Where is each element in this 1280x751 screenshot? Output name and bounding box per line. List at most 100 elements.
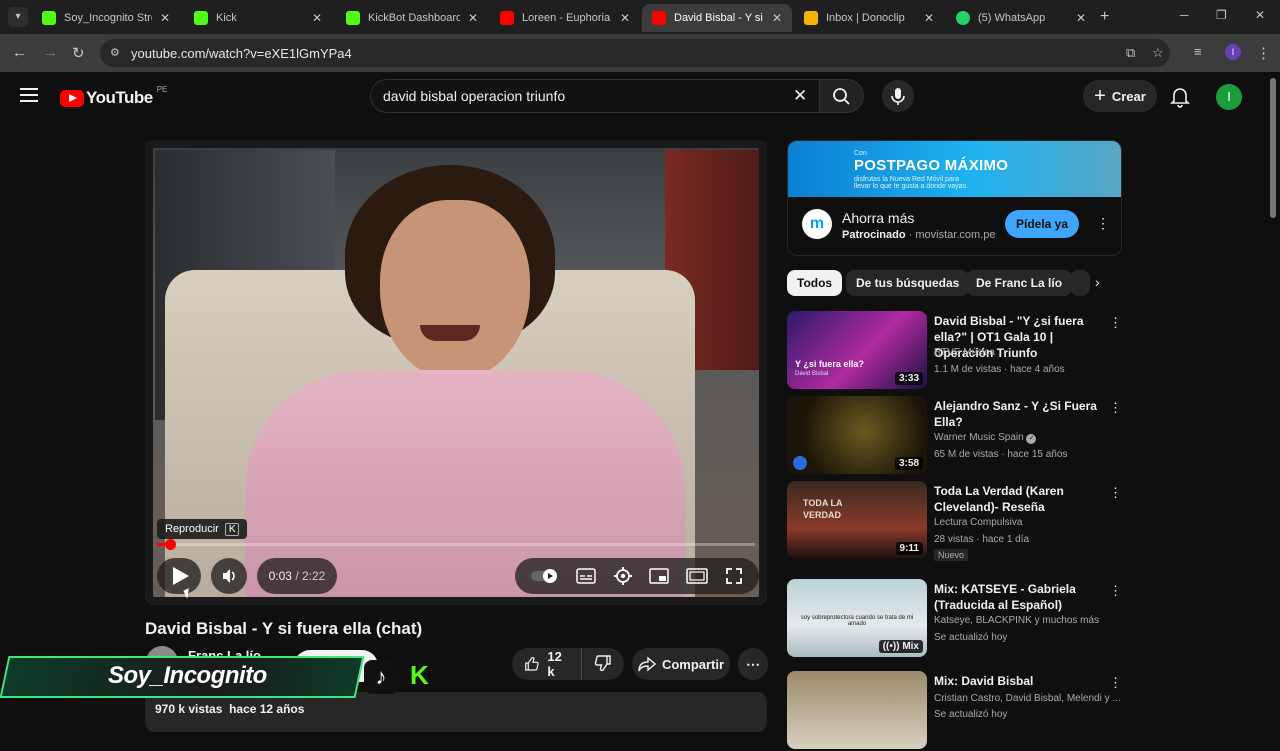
browser-tab[interactable]: (5) WhatsApp ✕	[946, 4, 1096, 32]
bookmark-star-icon[interactable]: ☆	[1152, 45, 1164, 61]
close-icon[interactable]: ✕	[924, 11, 934, 25]
install-app-icon[interactable]: ⧉	[1126, 45, 1135, 61]
kick-logo-icon: K	[410, 660, 429, 690]
address-bar[interactable]: ⚙ youtube.com/watch?v=eXE1lGmYPa4 ⧉ ☆	[100, 39, 1170, 67]
close-icon[interactable]: ✕	[312, 11, 322, 25]
kebab-menu-icon[interactable]: ⋮	[1109, 315, 1122, 331]
reload-icon[interactable]: ↻	[72, 44, 85, 62]
restore-icon[interactable]: ❐	[1216, 8, 1227, 22]
kebab-menu-icon[interactable]: ⋮	[1109, 675, 1122, 691]
close-icon[interactable]: ✕	[772, 11, 782, 25]
browser-tab[interactable]: KickBot Dashboard ✕	[336, 4, 488, 32]
forward-icon[interactable]: →	[43, 44, 58, 61]
page-scrollbar[interactable]	[1270, 78, 1276, 218]
progress-bar[interactable]	[157, 539, 755, 550]
chip-todos[interactable]: Todos	[787, 270, 843, 296]
url-text[interactable]: youtube.com/watch?v=eXE1lGmYPa4	[131, 46, 352, 61]
recommendation-item[interactable]: TODA LA VERDAD 9:11 Toda La Verdad (Kare…	[787, 481, 1122, 561]
kebab-menu-icon[interactable]: ⋮	[1096, 215, 1110, 232]
recommendation-channel[interactable]: Katseye, BLACKPINK y muchos más	[934, 615, 1099, 626]
minimize-icon[interactable]: ─	[1180, 8, 1189, 22]
streamer-name: Soy_Incognito	[108, 662, 267, 689]
dislike-button[interactable]	[582, 654, 624, 675]
sponsored-label: Patrocinado	[842, 229, 906, 241]
kebab-menu-icon[interactable]: ⋮	[1109, 583, 1122, 599]
like-button[interactable]: 12 k	[512, 648, 582, 680]
video-player[interactable]: Reproducir K 0:03 / 2:22	[145, 140, 767, 605]
browser-tab[interactable]: Inbox | Donoclip ✕	[794, 4, 944, 32]
chip-channel[interactable]: De Franc La lío	[966, 270, 1073, 296]
more-actions-button[interactable]: ⋯	[738, 648, 768, 680]
browser-menu-icon[interactable]: ⋮	[1256, 44, 1271, 62]
search-button[interactable]	[820, 79, 864, 113]
recommendation-item[interactable]: Mix: David Bisbal Cristian Castro, David…	[787, 671, 1122, 751]
fullscreen-icon[interactable]	[725, 567, 743, 585]
volume-button[interactable]	[211, 558, 247, 594]
ad-banner[interactable]: Con POSTPAGO MÁXIMO disfrutas la Nueva R…	[788, 141, 1121, 197]
browser-profile-avatar[interactable]: I	[1225, 44, 1241, 60]
voice-search-button[interactable]	[882, 80, 914, 112]
notifications-button[interactable]	[1170, 86, 1190, 113]
youtube-header: YouTube PE david bisbal operacion triunf…	[0, 72, 1280, 122]
back-icon[interactable]: ←	[12, 44, 27, 61]
recommendation-item[interactable]: 3:58 Alejandro Sanz - Y ¿Si Fuera Ella? …	[787, 396, 1122, 476]
recommendation-channel[interactable]: Cristian Castro, David Bisbal, Melendi y…	[934, 693, 1121, 704]
miniplayer-icon[interactable]	[649, 568, 670, 584]
create-button[interactable]: + Crear	[1083, 80, 1157, 112]
sponsored-ad[interactable]: Con POSTPAGO MÁXIMO disfrutas la Nueva R…	[787, 140, 1122, 256]
chip-searches[interactable]: De tus búsquedas	[846, 270, 970, 296]
browser-tab[interactable]: Soy_Incognito Stream ✕	[32, 4, 180, 32]
clear-search-icon[interactable]: ✕	[793, 86, 807, 106]
reading-list-icon[interactable]: ≡	[1194, 44, 1202, 59]
mix-thumbnail[interactable]: soy sobreprotectora cuando se trata de m…	[787, 579, 927, 657]
share-button[interactable]: Compartir	[632, 648, 730, 680]
youtube-logo[interactable]: YouTube PE	[60, 85, 167, 108]
youtube-favicon-icon	[652, 11, 666, 25]
video-thumbnail[interactable]: TODA LA VERDAD 9:11	[787, 481, 927, 559]
recommendation-item[interactable]: soy sobreprotectora cuando se trata de m…	[787, 579, 1122, 659]
close-icon[interactable]: ✕	[1076, 11, 1086, 25]
video-thumbnail[interactable]: Y ¿si fuera ella? David Bisbal 3:33	[787, 311, 927, 389]
recommendation-title[interactable]: Mix: KATSEYE - Gabriela (Traducida al Es…	[934, 581, 1110, 613]
settings-gear-icon[interactable]	[613, 566, 633, 586]
mix-thumbnail[interactable]	[787, 671, 927, 749]
recommendation-title[interactable]: Mix: David Bisbal	[934, 673, 1110, 689]
account-avatar[interactable]: I	[1216, 84, 1242, 110]
chip-overflow[interactable]	[1070, 270, 1090, 296]
site-info-icon[interactable]: ⚙	[110, 46, 120, 59]
close-icon[interactable]: ✕	[620, 11, 630, 25]
new-tab-icon[interactable]: +	[1100, 8, 1109, 26]
volume-icon	[223, 569, 235, 583]
scrubber-handle[interactable]	[164, 539, 176, 550]
ad-cta-button[interactable]: Pídela ya	[1005, 210, 1079, 238]
chevron-right-icon[interactable]: ›	[1095, 274, 1100, 290]
description-box[interactable]: 970 k vistas hace 12 años	[145, 692, 767, 732]
ad-banner-brand: POSTPAGO MÁXIMO	[854, 157, 1009, 174]
recommendation-channel[interactable]: RTVE Música	[934, 347, 995, 358]
browser-tab-active[interactable]: David Bisbal - Y si fue ✕	[642, 4, 792, 32]
recommendation-stats: 28 vistas · hace 1 día	[934, 534, 1030, 545]
kebab-menu-icon[interactable]: ⋮	[1109, 400, 1122, 416]
browser-tab[interactable]: Kick ✕	[184, 4, 332, 32]
video-thumbnail[interactable]: 3:58	[787, 396, 927, 474]
theater-mode-icon[interactable]	[686, 568, 708, 584]
window-close-icon[interactable]: ✕	[1255, 8, 1265, 22]
recommendation-item[interactable]: Y ¿si fuera ella? David Bisbal 3:33 Davi…	[787, 311, 1122, 391]
recommendation-title[interactable]: Alejandro Sanz - Y ¿Si Fuera Ella?	[934, 398, 1110, 430]
autoplay-toggle-icon[interactable]	[531, 568, 559, 584]
kebab-menu-icon[interactable]: ⋮	[1109, 485, 1122, 501]
tab-search-button[interactable]: ▾	[8, 7, 28, 27]
search-box[interactable]: david bisbal operacion triunfo ✕	[370, 79, 820, 113]
close-icon[interactable]: ✕	[468, 11, 478, 25]
search-input[interactable]: david bisbal operacion triunfo	[383, 88, 565, 104]
close-icon[interactable]: ✕	[160, 11, 170, 25]
tab-title: Soy_Incognito Stream	[64, 12, 152, 24]
subtitles-icon[interactable]	[576, 568, 596, 584]
recommendation-title[interactable]: Toda La Verdad (Karen Cleveland)- Reseña	[934, 483, 1110, 515]
hamburger-menu-icon[interactable]	[20, 88, 38, 106]
recommendation-channel[interactable]: Lectura Compulsiva	[934, 517, 1022, 528]
recommendation-channel-line[interactable]: Warner Music Spain ✓	[934, 432, 1037, 444]
more-horizontal-icon: ⋯	[746, 655, 760, 672]
play-button[interactable]	[157, 558, 201, 594]
browser-tab[interactable]: Loreen - Euphoria | S ✕	[490, 4, 640, 32]
